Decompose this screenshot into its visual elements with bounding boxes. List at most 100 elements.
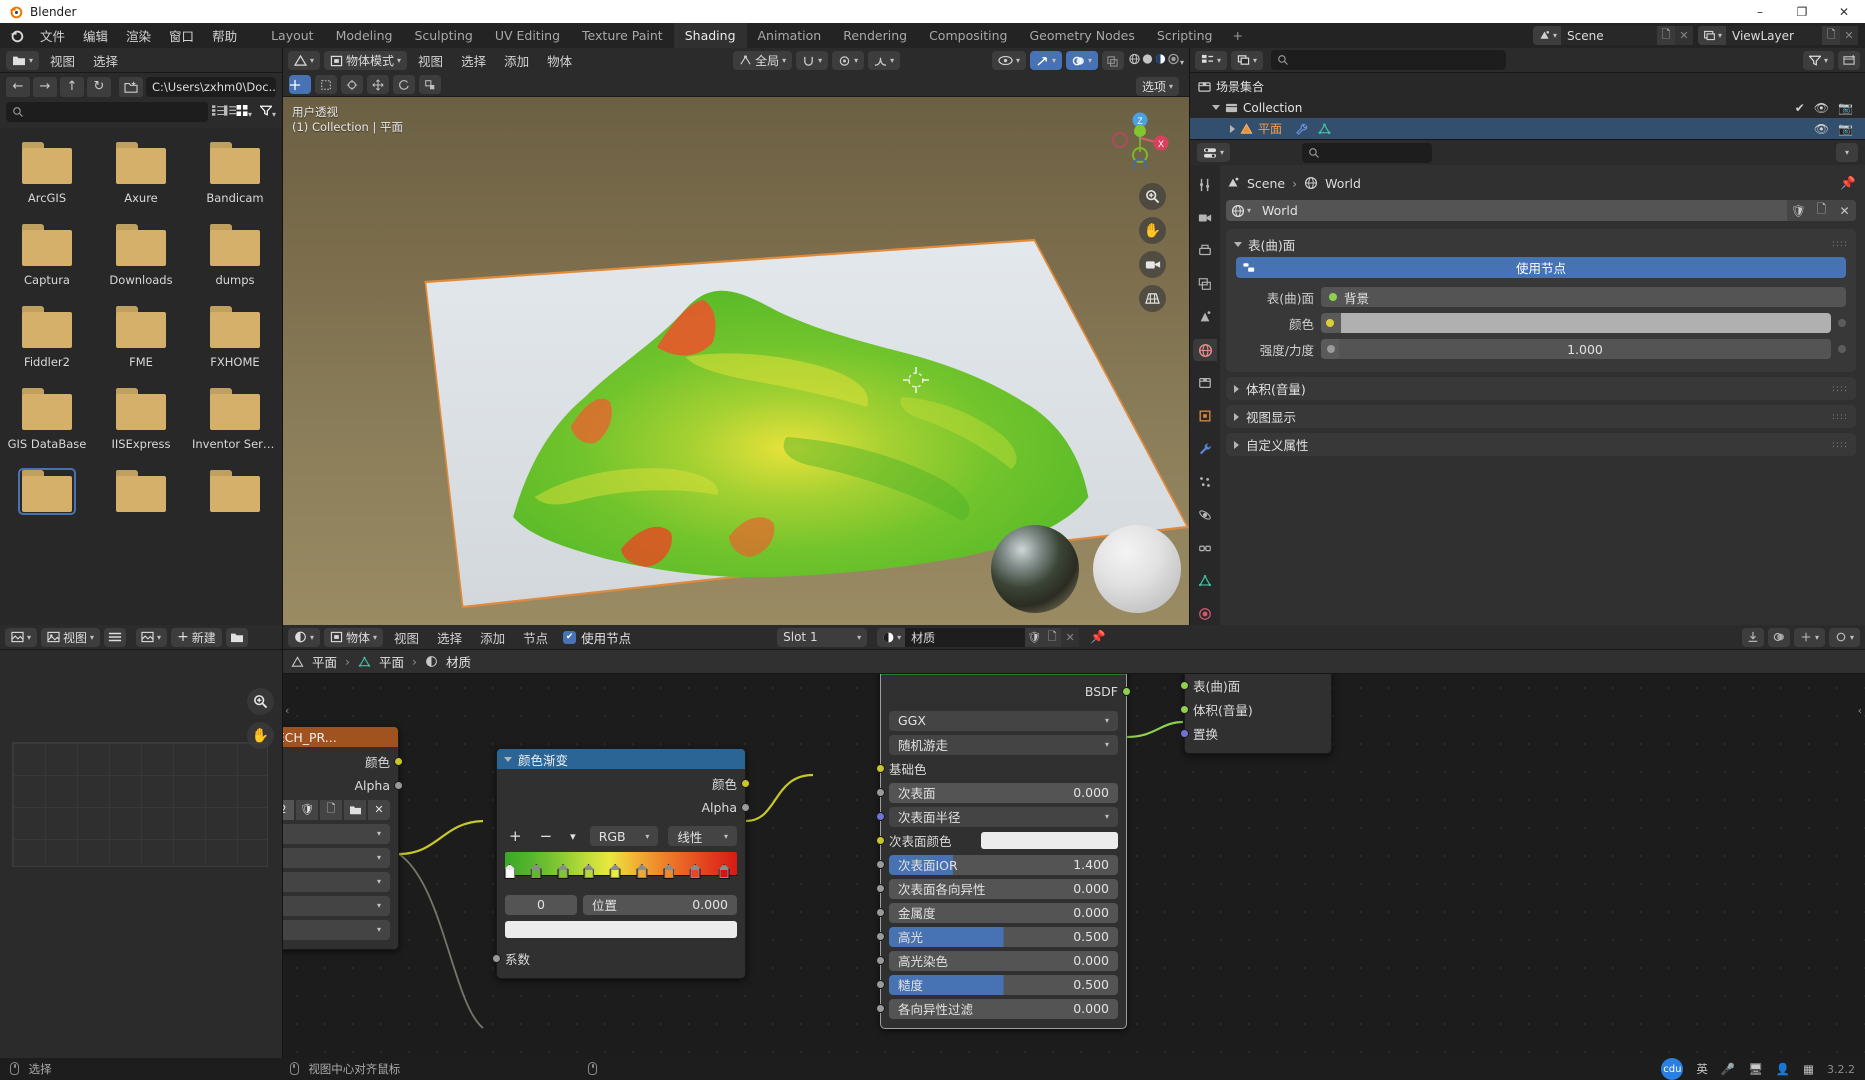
file-search-input[interactable] — [6, 102, 208, 122]
viewport-gizmo-toggle[interactable]: ▾ — [1029, 51, 1062, 70]
breadcrumb-object[interactable]: 平面 — [312, 652, 337, 671]
editor-type-selector-viewport[interactable]: ▾ — [288, 51, 321, 70]
socket-volume-input[interactable] — [1180, 705, 1189, 714]
surface-panel-title[interactable]: 表(曲)面 :::: — [1226, 233, 1856, 255]
file-item[interactable]: Captura — [0, 224, 94, 287]
node-image-texture-header[interactable]: ANGYANG_STRECH_PR... — [283, 727, 398, 747]
node-dropdown-4[interactable]: ▾ — [283, 895, 390, 916]
use-nodes-checkbox[interactable]: ✔ 使用节点 — [563, 628, 631, 647]
material-slot-selector[interactable]: Slot 1 ▾ — [777, 627, 868, 647]
select-box-tool[interactable] — [315, 75, 337, 94]
bsdf-input-row[interactable]: 次表面各向异性 0.000 — [876, 878, 1118, 899]
open-folder-icon[interactable] — [344, 799, 366, 820]
color-ramp-stops[interactable] — [504, 864, 737, 890]
grid-icon[interactable] — [1139, 285, 1166, 312]
shield-fake-user-icon[interactable]: 🛡 — [1025, 627, 1044, 647]
maximize-button[interactable]: ❐ — [1781, 0, 1823, 23]
custom-properties-panel[interactable]: 自定义属性 :::: — [1226, 433, 1856, 456]
bsdf-input-row[interactable]: 高光 0.500 — [876, 926, 1118, 947]
output-input-surface[interactable]: 表(曲)面 — [1180, 675, 1323, 696]
file-path-input[interactable]: C:\Users\zxhm0\Doc... — [146, 76, 276, 97]
tab-animation[interactable]: Animation — [747, 23, 833, 48]
viewport-overlays-toggle[interactable]: ▾ — [1065, 51, 1098, 70]
shader-menu-select[interactable]: 选择 — [430, 628, 469, 647]
tray-icon-grid[interactable]: ▦ — [1803, 1062, 1814, 1076]
viewport-menu-add[interactable]: 添加 — [497, 51, 536, 70]
outliner-display-mode[interactable]: ▾ — [1231, 50, 1264, 70]
output-input-displacement[interactable]: 置换 — [1180, 723, 1323, 744]
tab-shading[interactable]: Shading — [673, 23, 747, 48]
view-layer-images-icon[interactable] — [1193, 273, 1217, 295]
display-mode-dropdown[interactable]: ▾ — [248, 105, 252, 120]
node-dropdown-3[interactable]: ▾ — [283, 871, 390, 892]
ramp-menu-button[interactable]: ▾ — [566, 830, 580, 843]
world-globe-icon[interactable] — [1193, 339, 1217, 361]
socket-input[interactable] — [876, 812, 885, 821]
file-item[interactable]: Axure — [94, 142, 188, 205]
bsdf-distribution-row[interactable]: GGX ▾ — [889, 710, 1118, 731]
tab-compositing[interactable]: Compositing — [918, 23, 1018, 48]
bsdf-input-row[interactable]: 次表面半径 ▾ — [876, 806, 1118, 827]
new-viewlayer-button[interactable]: 🗋 — [1822, 26, 1840, 45]
nav-back-button[interactable]: ← — [6, 76, 30, 97]
file-item[interactable]: ArcGIS — [0, 142, 94, 205]
socket-displacement-input[interactable] — [1180, 729, 1189, 738]
bsdf-input-slider[interactable]: 金属度 0.000 — [889, 902, 1118, 923]
eye-icon[interactable]: 👁 — [1814, 122, 1829, 136]
checkbox-icon[interactable]: ✔ — [1795, 101, 1805, 115]
eye-icon[interactable]: 👁 — [1814, 101, 1829, 115]
display-mode-list-horizontal[interactable] — [223, 104, 236, 120]
color-mode-dropdown[interactable]: RGB ▾ — [589, 826, 659, 846]
mesh-data-green-icon[interactable] — [1193, 570, 1217, 592]
material-name-field[interactable]: 材质 — [905, 627, 1026, 647]
transform-orientation-selector[interactable]: 全局 ▾ — [733, 51, 793, 70]
file-item[interactable] — [0, 468, 94, 519]
menu-edit[interactable]: 编辑 — [74, 23, 117, 48]
menu-icon[interactable] — [104, 627, 127, 647]
color-ramp-stop[interactable] — [663, 864, 675, 879]
socket-input[interactable] — [876, 932, 885, 941]
socket-input[interactable] — [876, 860, 885, 869]
bsdf-input-row[interactable]: 基础色 — [876, 758, 1118, 779]
display-mode-list-vertical[interactable] — [211, 104, 224, 120]
editor-type-selector-filebrowser[interactable]: ▾ — [6, 50, 40, 70]
collection-box-icon[interactable] — [1193, 372, 1217, 394]
socket-color-output[interactable] — [394, 757, 403, 766]
modifier-wrench-icon[interactable] — [1295, 123, 1308, 135]
ramp-output-color[interactable]: 颜色 — [505, 773, 750, 794]
ramp-output-alpha[interactable]: Alpha — [505, 797, 750, 818]
strength-value-field[interactable]: 1.000 — [1321, 339, 1831, 359]
socket-input[interactable] — [876, 1004, 885, 1013]
close-icon[interactable]: ✕ — [1061, 627, 1080, 647]
surface-value-field[interactable]: 背景 — [1321, 287, 1846, 307]
ramp-position-field[interactable]: 位置 0.000 — [583, 894, 737, 915]
mesh-data-icon[interactable] — [1318, 123, 1331, 135]
cdu-badge[interactable]: cdu — [1661, 1058, 1684, 1080]
color-ramp-stop[interactable] — [609, 864, 621, 879]
zoom-icon[interactable] — [247, 688, 274, 715]
delete-viewlayer-button[interactable]: ✕ — [1840, 26, 1858, 45]
node-color-ramp-header[interactable]: 颜色渐变 — [497, 749, 745, 769]
node-dropdown-2[interactable]: ▾ — [283, 847, 390, 868]
editor-type-selector-properties[interactable]: ▾ — [1197, 143, 1231, 162]
node-output-color[interactable]: 颜色 — [283, 751, 403, 772]
editor-type-selector-shader[interactable]: ▾ — [288, 627, 321, 647]
node-color-ramp[interactable]: 颜色渐变 颜色 Alpha + − ▾ RGB ▾ 线性 ▾ 0 位置 0.00… — [492, 748, 750, 979]
file-item[interactable] — [94, 470, 188, 519]
bsdf-input-row[interactable]: 糙度 0.500 — [876, 974, 1118, 995]
ramp-index-field[interactable]: 0 — [505, 894, 577, 915]
world-name-field[interactable]: World — [1256, 200, 1787, 221]
drag-handle-icon[interactable]: :::: — [1832, 412, 1848, 422]
use-nodes-button[interactable]: 使用节点 — [1236, 257, 1846, 278]
pin-icon[interactable]: 📌 — [1840, 175, 1856, 191]
tray-icon-user[interactable]: 👤 — [1776, 1062, 1790, 1076]
shading-solid-button[interactable] — [1141, 53, 1154, 68]
new-scene-button[interactable]: 🗋 — [1656, 26, 1675, 45]
color-ramp-stop[interactable] — [689, 864, 701, 879]
tool-icon[interactable] — [1193, 174, 1217, 196]
output-input-volume[interactable]: 体积(音量) — [1180, 699, 1323, 720]
bsdf-input-row[interactable]: 金属度 0.000 — [876, 902, 1118, 923]
color-ramp-stop[interactable] — [557, 864, 569, 879]
breadcrumb-material[interactable]: 材质 — [446, 652, 471, 671]
filter-dropdown[interactable]: ▾ — [272, 105, 276, 120]
